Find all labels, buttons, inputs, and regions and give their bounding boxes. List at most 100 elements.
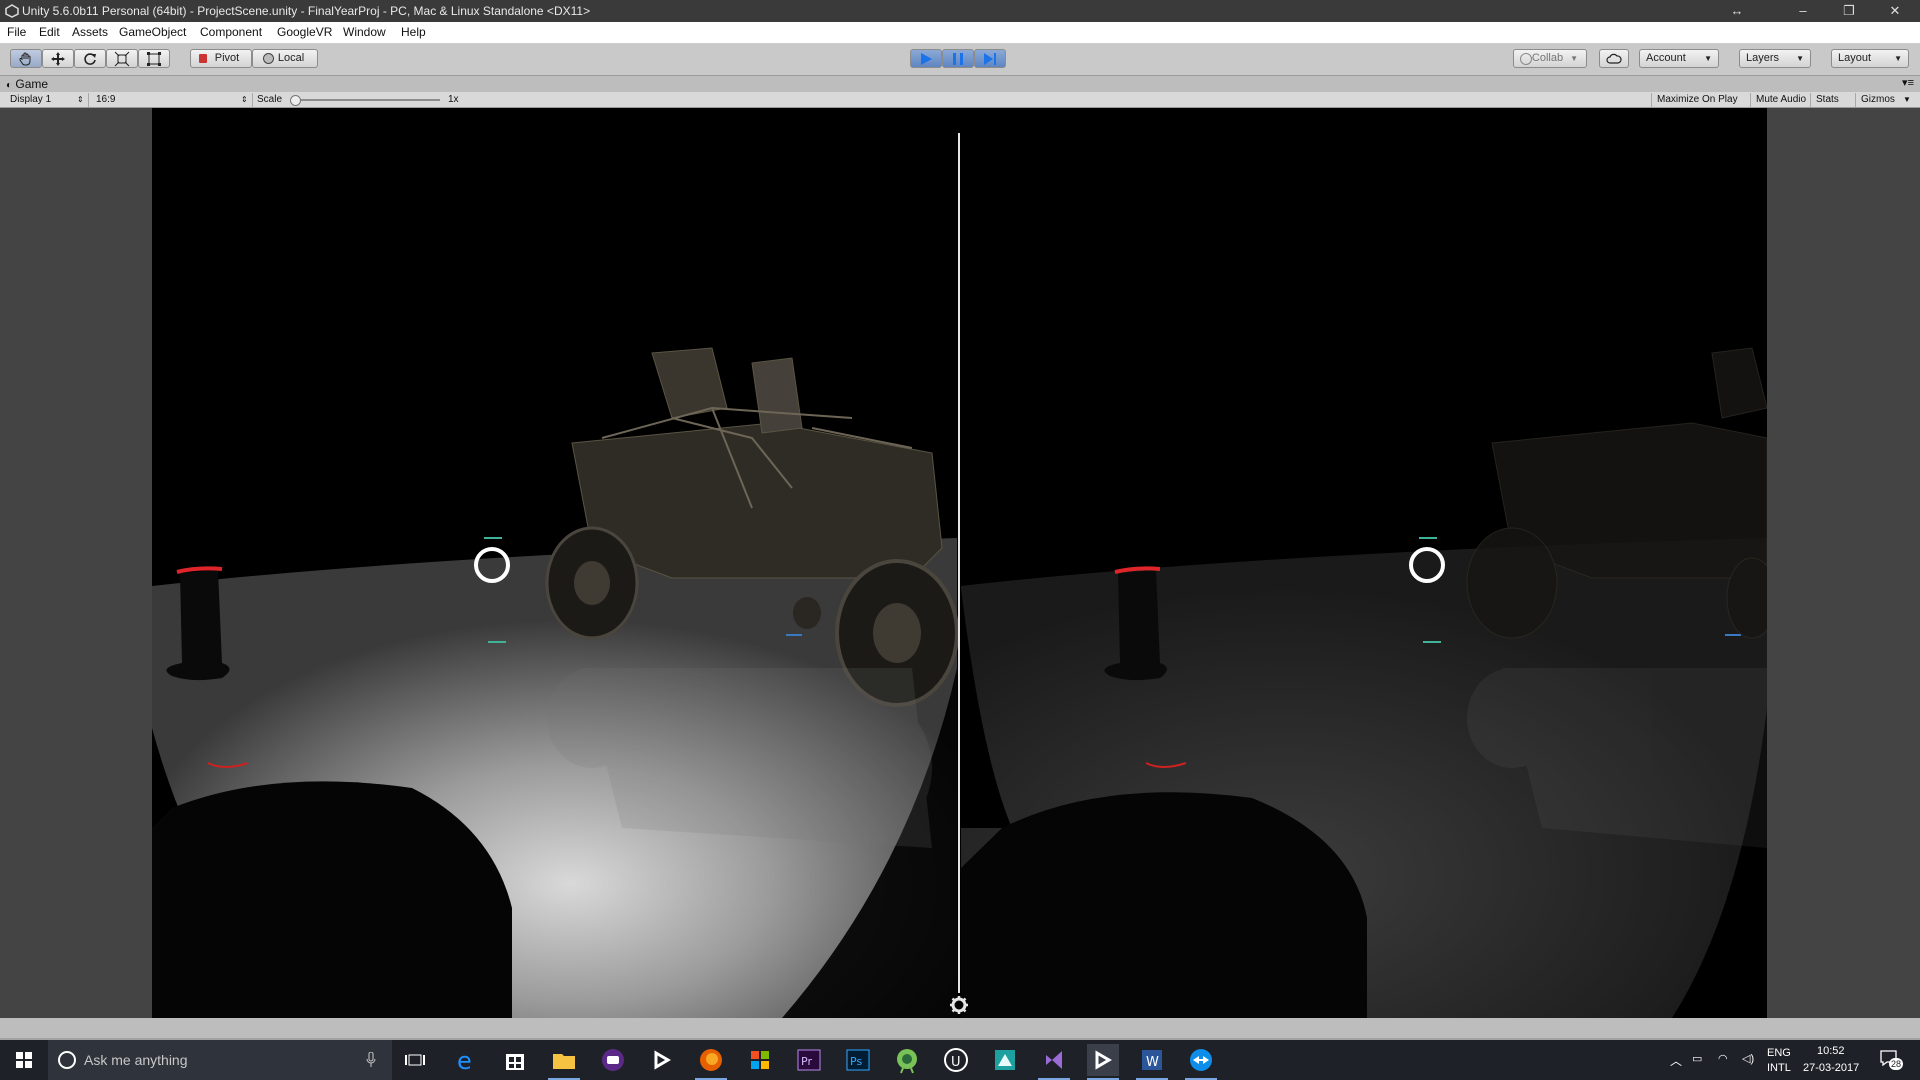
tray-expand-icon[interactable]: ︿ — [1670, 1052, 1682, 1069]
firefox-icon[interactable] — [695, 1044, 727, 1080]
status-bar — [0, 1018, 1920, 1038]
chevron-down-icon: ▼ — [1894, 54, 1902, 63]
move-tool-button[interactable] — [42, 49, 74, 68]
gizmos-dropdown[interactable]: Gizmos — [1861, 93, 1895, 107]
menu-help[interactable]: Help — [401, 25, 426, 39]
scale-tool-button[interactable] — [106, 49, 138, 68]
language-secondary[interactable]: INTL — [1767, 1062, 1791, 1074]
vr-scene-render — [152, 108, 1767, 1018]
minimize-button[interactable]: – — [1780, 0, 1826, 22]
scale-label: Scale — [257, 94, 283, 105]
battery-icon[interactable]: ▭ — [1692, 1052, 1702, 1065]
divider — [88, 93, 89, 107]
layout-label: Layout — [1838, 52, 1872, 64]
visual-studio-icon[interactable] — [1038, 1044, 1070, 1080]
chevron-down-icon: ▼ — [1796, 54, 1804, 63]
collab-dropdown[interactable]: Collab ▼ — [1513, 49, 1587, 68]
wifi-icon[interactable]: ◠ — [1718, 1052, 1728, 1065]
app-tiles-icon[interactable] — [744, 1044, 776, 1076]
photoshop-icon[interactable]: Ps — [842, 1044, 874, 1076]
premiere-icon[interactable]: Pr — [793, 1044, 825, 1076]
game-controller-icon: ◐ — [6, 80, 13, 91]
search-box[interactable]: Ask me anything — [48, 1040, 392, 1080]
mute-audio-toggle[interactable]: Mute Audio — [1756, 93, 1806, 107]
unity-dark-icon[interactable] — [646, 1044, 678, 1076]
aspect-dropdown[interactable]: 16:9 — [96, 93, 115, 107]
resize-arrows-icon[interactable]: ↔ — [1714, 0, 1760, 22]
menu-assets[interactable]: Assets — [72, 25, 108, 39]
close-button[interactable]: ✕ — [1872, 0, 1918, 22]
word-icon[interactable]: W — [1136, 1044, 1168, 1080]
menu-window[interactable]: Window — [343, 25, 386, 39]
start-button[interactable] — [0, 1040, 48, 1080]
store-icon[interactable] — [499, 1044, 531, 1076]
menu-edit[interactable]: Edit — [39, 25, 60, 39]
cloud-button[interactable] — [1599, 49, 1629, 68]
rect-tool-button[interactable] — [138, 49, 170, 68]
menu-file[interactable]: File — [7, 25, 26, 39]
right-eye-view — [961, 108, 1767, 1018]
game-tab[interactable]: ◐ Game — [6, 77, 48, 92]
window-title: Unity 5.6.0b11 Personal (64bit) - Projec… — [22, 4, 591, 18]
pivot-toggle-button[interactable]: Pivot — [190, 49, 252, 68]
step-button[interactable] — [974, 49, 1006, 68]
account-dropdown[interactable]: Account ▼ — [1639, 49, 1719, 68]
hand-icon — [19, 52, 31, 65]
tab-menu-icon[interactable]: ▾≡ — [1902, 76, 1914, 89]
left-eye-view — [152, 108, 959, 1018]
clock-time[interactable]: 10:52 — [1817, 1045, 1845, 1057]
restore-button[interactable]: ❐ — [1826, 0, 1872, 22]
title-bar: Unity 5.6.0b11 Personal (64bit) - Projec… — [0, 0, 1920, 22]
app-cyan-icon[interactable] — [989, 1044, 1021, 1076]
chevron-updown-icon: ⇕ — [241, 95, 248, 104]
file-explorer-icon[interactable] — [548, 1044, 580, 1080]
move-arrows-icon — [51, 51, 65, 66]
game-view[interactable] — [0, 108, 1920, 1018]
teamviewer-icon[interactable] — [1185, 1044, 1217, 1080]
play-button[interactable] — [910, 49, 942, 68]
edge-icon[interactable]: e — [450, 1044, 482, 1076]
local-toggle-button[interactable]: Local — [252, 49, 318, 68]
android-studio-icon[interactable] — [891, 1044, 923, 1076]
rotate-tool-button[interactable] — [74, 49, 106, 68]
menu-gameobject[interactable]: GameObject — [119, 25, 186, 39]
language-primary[interactable]: ENG — [1767, 1047, 1791, 1059]
menu-component[interactable]: Component — [200, 25, 262, 39]
unreal-icon[interactable]: U — [940, 1044, 972, 1076]
scale-slider-track[interactable] — [292, 99, 440, 101]
menu-googlevr[interactable]: GoogleVR — [277, 25, 332, 39]
vr-stereo-scene[interactable] — [152, 108, 1767, 1018]
local-label: Local — [277, 52, 305, 64]
display-dropdown[interactable]: Display 1 — [10, 93, 51, 107]
maximize-on-play-toggle[interactable]: Maximize On Play — [1657, 93, 1738, 107]
hand-tool-button[interactable] — [10, 49, 42, 68]
unity-logo-icon — [5, 4, 19, 18]
layers-dropdown[interactable]: Layers ▼ — [1739, 49, 1811, 68]
pivot-icon — [199, 54, 207, 63]
play-icon — [921, 52, 932, 65]
microphone-icon[interactable] — [366, 1052, 376, 1068]
divider — [252, 93, 253, 107]
game-tab-bar: ◐ Game ▾≡ — [0, 76, 1920, 92]
pause-icon — [953, 52, 963, 65]
rotate-icon — [84, 52, 96, 65]
settings-gear-icon[interactable] — [950, 996, 968, 1014]
search-placeholder: Ask me anything — [84, 1052, 188, 1068]
svg-text:U: U — [951, 1055, 961, 1070]
chevron-down-icon: ▼ — [1903, 95, 1911, 104]
stats-toggle[interactable]: Stats — [1816, 93, 1839, 107]
app-purple-icon[interactable] — [597, 1044, 629, 1076]
volume-icon[interactable]: ◁) — [1742, 1052, 1754, 1065]
clock-date[interactable]: 27-03-2017 — [1803, 1062, 1859, 1074]
game-view-toolbar: Display 1 ⇕ 16:9 ⇕ Scale 1x Maximize On … — [0, 92, 1920, 108]
layout-dropdown[interactable]: Layout ▼ — [1831, 49, 1909, 68]
scale-slider-thumb[interactable] — [290, 95, 301, 106]
pause-button[interactable] — [942, 49, 974, 68]
divider — [1750, 93, 1751, 107]
unity-icon[interactable] — [1087, 1044, 1119, 1080]
windows-taskbar: Ask me anything e Pr Ps U W ︿ ▭ ◠ ◁) ENG… — [0, 1040, 1920, 1080]
task-view-icon[interactable] — [400, 1044, 432, 1076]
cloud-icon — [1606, 53, 1622, 64]
action-center-button[interactable]: 28 — [1879, 1048, 1903, 1070]
scale-value: 1x — [448, 94, 459, 105]
